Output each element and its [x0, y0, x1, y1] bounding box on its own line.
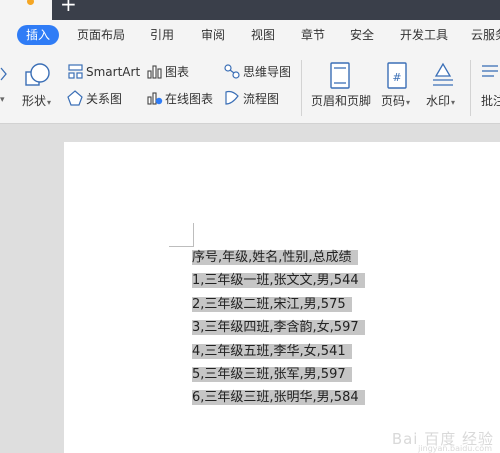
- margin-corner-mark: [169, 246, 193, 247]
- text-line[interactable]: 3,三年级四班,李含韵,女,597: [192, 316, 365, 339]
- margin-corner-mark: [193, 223, 194, 247]
- text-line[interactable]: 1,三年级一班,张文文,男,544: [192, 269, 365, 292]
- selected-text[interactable]: 6,三年级三班,张明华,男,584: [192, 390, 365, 406]
- new-tab-plus-icon[interactable]: +: [60, 0, 77, 14]
- bar-chart-icon: [147, 65, 162, 79]
- document-page[interactable]: 序号,年级,姓名,性别,总成绩 1,三年级一班,张文文,男,544 2,三年级二…: [64, 142, 500, 453]
- smartart-button[interactable]: SmartArt: [86, 63, 140, 81]
- selected-text[interactable]: 4,三年级五班,李华,女,541: [192, 343, 352, 359]
- tab-cloud-service[interactable]: 云服务: [471, 25, 500, 45]
- chevron-down-icon: ▾: [406, 98, 411, 107]
- relation-chart-icon: [67, 90, 83, 106]
- shapes-icon: [25, 63, 50, 86]
- selected-text[interactable]: 2,三年级二班,宋江,男,575: [192, 296, 352, 312]
- tab-insert[interactable]: 插入: [17, 25, 59, 45]
- relation-chart-button[interactable]: 关系图: [86, 90, 122, 108]
- tab-review[interactable]: 审阅: [198, 25, 228, 45]
- watermark-button[interactable]: 水印▾: [426, 92, 455, 110]
- mind-map-button[interactable]: 思维导图: [243, 63, 291, 81]
- header-footer-icon: [330, 62, 350, 89]
- chart-button[interactable]: 图表: [165, 63, 189, 81]
- document-tab[interactable]: [0, 0, 52, 20]
- online-chart-button[interactable]: 在线图表: [165, 90, 213, 108]
- tab-security[interactable]: 安全: [347, 25, 377, 45]
- text-line[interactable]: 6,三年级三班,张明华,男,584: [192, 386, 365, 409]
- tab-references[interactable]: 引用: [147, 25, 177, 45]
- selected-text[interactable]: 5,三年级三班,张军,男,597: [192, 366, 352, 382]
- page-number-icon: #: [387, 62, 407, 89]
- shapes-button[interactable]: 形状▾: [22, 92, 51, 110]
- flowchart-icon: [225, 90, 239, 105]
- text-line[interactable]: 序号,年级,姓名,性别,总成绩: [192, 246, 365, 269]
- text-line[interactable]: 2,三年级二班,宋江,男,575: [192, 293, 365, 316]
- comment-button[interactable]: 批注: [481, 92, 500, 110]
- comment-icon: [482, 65, 498, 77]
- document-canvas: 序号,年级,姓名,性别,总成绩 1,三年级一班,张文文,男,544 2,三年级二…: [0, 124, 500, 453]
- tab-developer-tools[interactable]: 开发工具: [397, 25, 451, 45]
- mind-map-icon: [224, 64, 240, 79]
- shapes-label: 形状: [22, 94, 47, 108]
- title-tab-strip: +: [0, 0, 500, 20]
- cut-off-dropdown-arrow[interactable]: ▾: [0, 91, 5, 109]
- cut-off-shape-icon: [0, 67, 7, 81]
- chevron-down-icon: ▾: [47, 98, 52, 107]
- ribbon-separator: [470, 60, 471, 116]
- watermark-icon: [433, 62, 453, 86]
- ribbon-separator: [301, 60, 302, 116]
- tab-page-layout[interactable]: 页面布局: [74, 25, 128, 45]
- selected-text[interactable]: 序号,年级,姓名,性别,总成绩: [192, 250, 358, 265]
- online-chart-icon: [147, 92, 163, 105]
- page-number-label: 页码: [381, 94, 406, 108]
- tab-view[interactable]: 视图: [248, 25, 278, 45]
- document-body[interactable]: 序号,年级,姓名,性别,总成绩 1,三年级一班,张文文,男,544 2,三年级二…: [192, 246, 365, 410]
- menu-tab-bar: 插入 页面布局 引用 审阅 视图 章节 安全 开发工具 云服务: [0, 20, 500, 50]
- selected-text[interactable]: 1,三年级一班,张文文,男,544: [192, 273, 365, 289]
- watermark-label: 水印: [426, 94, 451, 108]
- chevron-down-icon: ▾: [451, 98, 456, 107]
- flowchart-button[interactable]: 流程图: [243, 90, 279, 108]
- smartart-icon: [68, 64, 83, 79]
- svg-text:#: #: [392, 71, 401, 84]
- insert-ribbon: ▾ 形状▾ SmartArt 关系图 图表 在线图表 思维导图 流程图 页眉和页…: [0, 50, 500, 124]
- page-number-button[interactable]: 页码▾: [381, 92, 410, 110]
- selected-text[interactable]: 3,三年级四班,李含韵,女,597: [192, 320, 365, 336]
- text-line[interactable]: 4,三年级五班,李华,女,541: [192, 340, 365, 363]
- tab-chapter[interactable]: 章节: [298, 25, 328, 45]
- watermark-url: jingyan.baidu.com: [418, 444, 492, 453]
- header-footer-button[interactable]: 页眉和页脚: [311, 92, 371, 110]
- text-line[interactable]: 5,三年级三班,张军,男,597: [192, 363, 365, 386]
